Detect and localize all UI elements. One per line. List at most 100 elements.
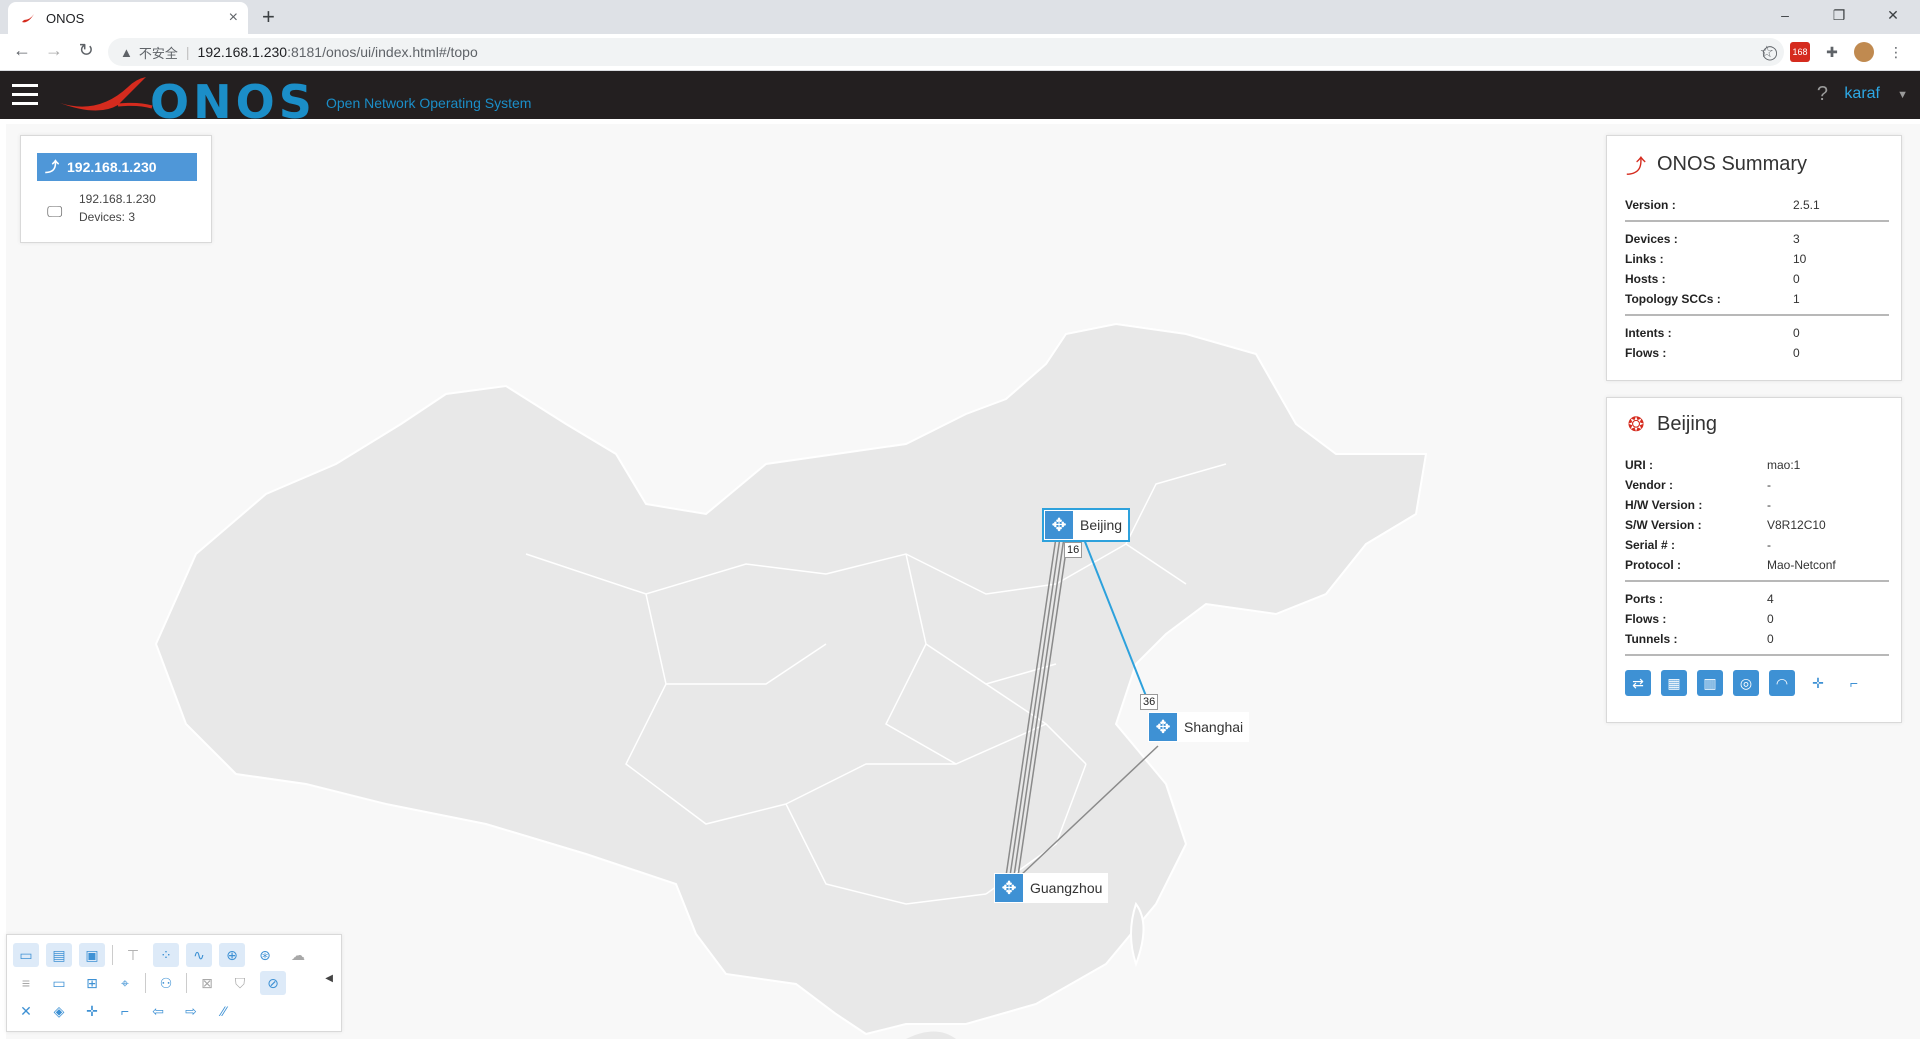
summary-label: Flows : xyxy=(1625,346,1667,360)
topology-toolbar: ▭ ▤ ▣ ⊤ ⁘ ∿ ⊕ ⊛ ☁ ≡ ▭ ⊞ ⌖ ⚇ ⊠ ⛉ ⊘ ✕ ◈ ✛ xyxy=(6,934,342,1032)
close-window-button[interactable]: ✕ xyxy=(1866,0,1920,34)
packet-layer-icon[interactable]: ▭ xyxy=(46,971,72,995)
profile-avatar[interactable] xyxy=(1854,42,1874,62)
detail-label: Tunnels : xyxy=(1625,632,1678,646)
device-label: Shanghai xyxy=(1184,719,1244,735)
reload-icon[interactable]: ↻ xyxy=(74,40,98,61)
browser-tab-strip: ONOS × + – ❐ ✕ xyxy=(0,0,1920,34)
all-traffic-icon[interactable]: ◈ xyxy=(46,999,72,1023)
router-icon: ✥ xyxy=(994,873,1024,903)
detail-value: V8R12C10 xyxy=(1767,518,1826,532)
summary-panel-toggle-icon[interactable]: ▤ xyxy=(46,943,72,967)
detail-value: mao:1 xyxy=(1767,458,1801,472)
optical-layer-icon[interactable]: ⊞ xyxy=(79,971,105,995)
divider xyxy=(1625,314,1889,316)
minimize-button[interactable]: – xyxy=(1758,0,1812,34)
warning-icon[interactable]: ▲ xyxy=(120,45,133,60)
prev-relation-icon[interactable]: ⇦ xyxy=(145,999,171,1023)
onos-tagline: Open Network Operating System xyxy=(326,95,532,111)
omnibox-separator: | xyxy=(185,44,190,60)
port-label-beijing: 16 xyxy=(1064,542,1083,558)
extensions-puzzle-icon[interactable]: ✚ xyxy=(1822,42,1842,62)
shield-icon[interactable]: ⛉ xyxy=(227,971,253,995)
port-highlight-icon[interactable]: ∿ xyxy=(186,943,212,967)
divider xyxy=(1625,220,1889,222)
summary-value: 2.5.1 xyxy=(1793,198,1820,212)
url-path: :8181/onos/ui/index.html#/topo xyxy=(287,44,478,60)
background-map-icon[interactable]: ⊕ xyxy=(219,943,245,967)
window-controls: – ❐ ✕ xyxy=(1758,0,1920,34)
hainan-outline xyxy=(906,1031,956,1039)
traffic-monitor-icon[interactable]: ⊘ xyxy=(260,971,286,995)
details-panel-toggle-icon[interactable]: ▣ xyxy=(79,943,105,967)
detail-value: - xyxy=(1767,538,1771,552)
device-action-buttons: ⇄ ▦ ▥ ◎ ◠ ✛ ⌐ xyxy=(1625,670,1877,696)
instance-panel-toggle-icon[interactable]: ▭ xyxy=(13,943,39,967)
flows-icon[interactable]: ✛ xyxy=(79,999,105,1023)
user-caret-icon[interactable]: ▼ xyxy=(1897,89,1908,101)
help-icon[interactable]: ? xyxy=(1817,83,1828,106)
sprite-layer-icon[interactable]: ☁ xyxy=(285,943,311,967)
onos-logo-text: ONOS xyxy=(150,75,316,129)
geo-map-icon[interactable]: ⊛ xyxy=(252,943,278,967)
detail-label: Vendor : xyxy=(1625,478,1674,492)
address-bar[interactable]: ▲ 不安全 | 192.168.1.230 :8181/onos/ui/inde… xyxy=(108,38,1784,66)
detail-label: Ports : xyxy=(1625,592,1664,606)
path-icon[interactable]: ⌐ xyxy=(112,999,138,1023)
device-node-guangzhou[interactable]: ✥ Guangzhou xyxy=(994,873,1109,903)
show-flow-view-icon[interactable]: ▦ xyxy=(1661,670,1687,696)
detail-value: - xyxy=(1767,478,1771,492)
back-arrow-icon[interactable]: ← xyxy=(10,40,34,61)
toolbar-row-2: ≡ ▭ ⊞ ⌖ ⚇ ⊠ ⛉ ⊘ xyxy=(13,969,318,997)
user-menu[interactable]: karaf xyxy=(1844,85,1880,103)
instance-panel: ⤴ 192.168.1.230 🖵 192.168.1.230 Devices:… xyxy=(20,135,212,243)
zoom-reset-icon[interactable]: ⌖ xyxy=(112,971,138,995)
detail-label: S/W Version : xyxy=(1625,518,1702,532)
offline-devices-icon[interactable]: ⁘ xyxy=(153,943,179,967)
close-x-icon[interactable]: ✕ xyxy=(13,999,39,1023)
device-title-text: Beijing xyxy=(1657,413,1718,435)
all-layers-icon[interactable]: ≡ xyxy=(13,971,39,995)
show-pipeconf-view-icon[interactable]: ✛ xyxy=(1805,670,1831,696)
new-tab-button[interactable]: + xyxy=(262,4,275,30)
show-device-view-icon[interactable]: ⇄ xyxy=(1625,670,1651,696)
device-node-shanghai[interactable]: ✥ Shanghai xyxy=(1148,712,1250,742)
device-detail-panel: ❂ Beijing URI : mao:1 Vendor : - H/W Ver… xyxy=(1606,397,1902,723)
summary-value: 3 xyxy=(1793,232,1800,246)
toolbar-separator xyxy=(145,973,146,993)
equalize-masters-icon[interactable]: ⚇ xyxy=(153,971,179,995)
browser-menu-icon[interactable]: ⋮ xyxy=(1886,42,1906,62)
tab-close-icon[interactable]: × xyxy=(229,9,238,27)
show-tunnel-view-icon[interactable]: ⌐ xyxy=(1841,670,1867,696)
instance-devices: Devices: 3 xyxy=(79,210,136,224)
show-group-view-icon[interactable]: ◎ xyxy=(1733,670,1759,696)
summary-label: Hosts : xyxy=(1625,272,1666,286)
hamburger-menu-icon[interactable] xyxy=(12,84,38,111)
show-meter-view-icon[interactable]: ◠ xyxy=(1769,670,1795,696)
next-relation-icon[interactable]: ⇨ xyxy=(178,999,204,1023)
detail-value: 0 xyxy=(1767,612,1774,626)
intents-icon[interactable]: ⁄⁄ xyxy=(211,999,237,1023)
toolbar-collapse-caret-icon[interactable]: ◀ xyxy=(325,973,333,984)
detail-value: 4 xyxy=(1767,592,1774,606)
detail-value: Mao-Netconf xyxy=(1767,558,1836,572)
insecure-label[interactable]: 不安全 xyxy=(139,43,178,62)
summary-value: 0 xyxy=(1793,346,1800,360)
cancel-traffic-icon[interactable]: ⊠ xyxy=(194,971,220,995)
browser-tab-onos[interactable]: ONOS × xyxy=(8,2,248,34)
detail-value: 0 xyxy=(1767,632,1774,646)
summary-value: 0 xyxy=(1793,272,1800,286)
host-visibility-icon[interactable]: ⊤ xyxy=(120,943,146,967)
restore-button[interactable]: ❐ xyxy=(1812,0,1866,34)
toolbar-grid: ▭ ▤ ▣ ⊤ ⁘ ∿ ⊕ ⊛ ☁ ≡ ▭ ⊞ ⌖ ⚇ ⊠ ⛉ ⊘ ✕ ◈ ✛ xyxy=(13,941,318,1025)
device-node-beijing[interactable]: ✥ Beijing xyxy=(1041,508,1131,542)
show-port-view-icon[interactable]: ▥ xyxy=(1697,670,1723,696)
onos-bird-logo-icon xyxy=(60,77,153,111)
summary-title: ⤴ ONOS Summary xyxy=(1623,150,1807,179)
forward-arrow-icon[interactable]: → xyxy=(42,40,66,61)
extension-circle-icon[interactable]: ◯ xyxy=(1760,42,1780,62)
toolbar-separator xyxy=(112,945,113,965)
extension-badge-icon[interactable]: 168 xyxy=(1790,42,1810,62)
instance-header[interactable]: ⤴ 192.168.1.230 xyxy=(37,153,197,181)
detail-label: H/W Version : xyxy=(1625,498,1703,512)
